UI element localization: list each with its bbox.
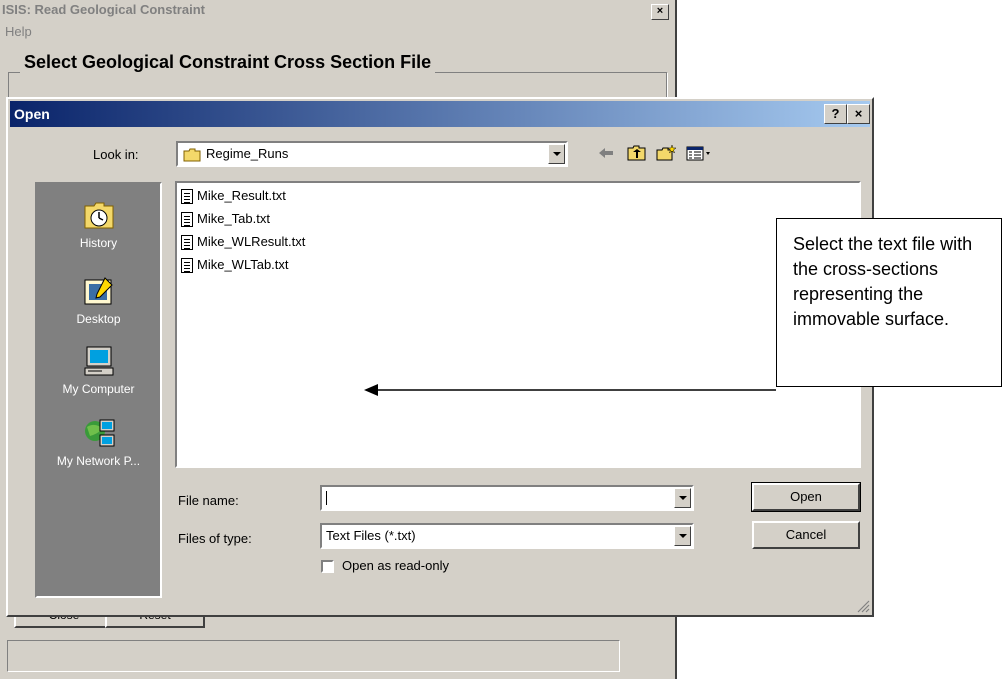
list-item[interactable]: Mike_Tab.txt [181, 210, 270, 228]
list-item[interactable]: Mike_WLResult.txt [181, 233, 305, 251]
history-icon [82, 198, 116, 232]
resize-grip-icon[interactable] [856, 599, 870, 613]
back-arrow-icon[interactable] [595, 144, 617, 162]
file-name: Mike_WLTab.txt [197, 257, 289, 272]
place-label: My Network P... [56, 454, 141, 468]
file-name-label: File name: [178, 493, 239, 508]
text-file-icon [181, 189, 193, 205]
dialog-title: Open [14, 106, 50, 122]
place-history[interactable]: History [37, 198, 160, 250]
text-file-icon [181, 235, 193, 251]
dialog-close-button[interactable]: × [847, 104, 870, 124]
help-button[interactable]: ? [824, 104, 847, 124]
parent-window-title: ISIS: Read Geological Constraint [2, 2, 205, 17]
place-label: Desktop [76, 312, 121, 326]
open-button[interactable]: Open [751, 482, 861, 512]
place-label: My Computer [62, 382, 135, 396]
desktop-icon [82, 274, 116, 308]
my-computer-icon [82, 344, 116, 378]
up-folder-icon[interactable] [626, 144, 648, 162]
files-of-type-label: Files of type: [178, 531, 252, 546]
place-label: History [79, 236, 118, 250]
place-my-computer[interactable]: My Computer [37, 344, 160, 396]
text-cursor [326, 491, 327, 505]
callout-arrow-icon [364, 384, 776, 396]
list-item[interactable]: Mike_Result.txt [181, 187, 286, 205]
text-file-icon [181, 212, 193, 228]
chevron-down-icon[interactable] [548, 144, 565, 164]
file-name-input[interactable] [320, 485, 694, 511]
place-my-network[interactable]: My Network P... [37, 416, 160, 468]
cancel-button[interactable]: Cancel [752, 521, 860, 549]
file-name: Mike_Result.txt [197, 188, 286, 203]
parent-title-bar: ISIS: Read Geological Constraint [0, 0, 675, 22]
network-places-icon [82, 416, 116, 450]
read-only-checkbox[interactable] [321, 560, 334, 573]
new-folder-icon[interactable] [655, 144, 677, 162]
places-bar: History Desktop My Computer My Network P… [35, 182, 162, 598]
group-title: Select Geological Constraint Cross Secti… [20, 52, 436, 73]
chevron-down-icon[interactable] [674, 526, 691, 546]
file-list[interactable]: Mike_Result.txt Mike_Tab.txt Mike_WLResu… [175, 181, 861, 468]
status-bar [7, 640, 620, 672]
text-file-icon [181, 258, 193, 274]
open-dialog: Open ? × Look in: Regime_Runs History De… [6, 97, 874, 617]
dialog-title-bar: Open [10, 101, 870, 127]
look-in-combo[interactable]: Regime_Runs [176, 141, 568, 167]
files-of-type-select[interactable]: Text Files (*.txt) [320, 523, 694, 549]
read-only-label: Open as read-only [342, 558, 449, 573]
menu-help[interactable]: Help [5, 24, 32, 39]
callout-text: Select the text file with the cross-sect… [793, 234, 973, 329]
look-in-label: Look in: [93, 147, 139, 162]
annotation-callout: Select the text file with the cross-sect… [776, 218, 1002, 387]
look-in-value: Regime_Runs [206, 146, 289, 161]
file-name: Mike_WLResult.txt [197, 234, 306, 249]
place-desktop[interactable]: Desktop [37, 274, 160, 326]
view-menu-icon[interactable] [686, 144, 710, 162]
file-name: Mike_Tab.txt [197, 211, 270, 226]
list-item[interactable]: Mike_WLTab.txt [181, 256, 289, 274]
parent-close-button[interactable]: × [651, 4, 669, 20]
chevron-down-icon[interactable] [674, 488, 691, 508]
folder-icon [183, 148, 201, 165]
files-of-type-value: Text Files (*.txt) [326, 528, 416, 543]
